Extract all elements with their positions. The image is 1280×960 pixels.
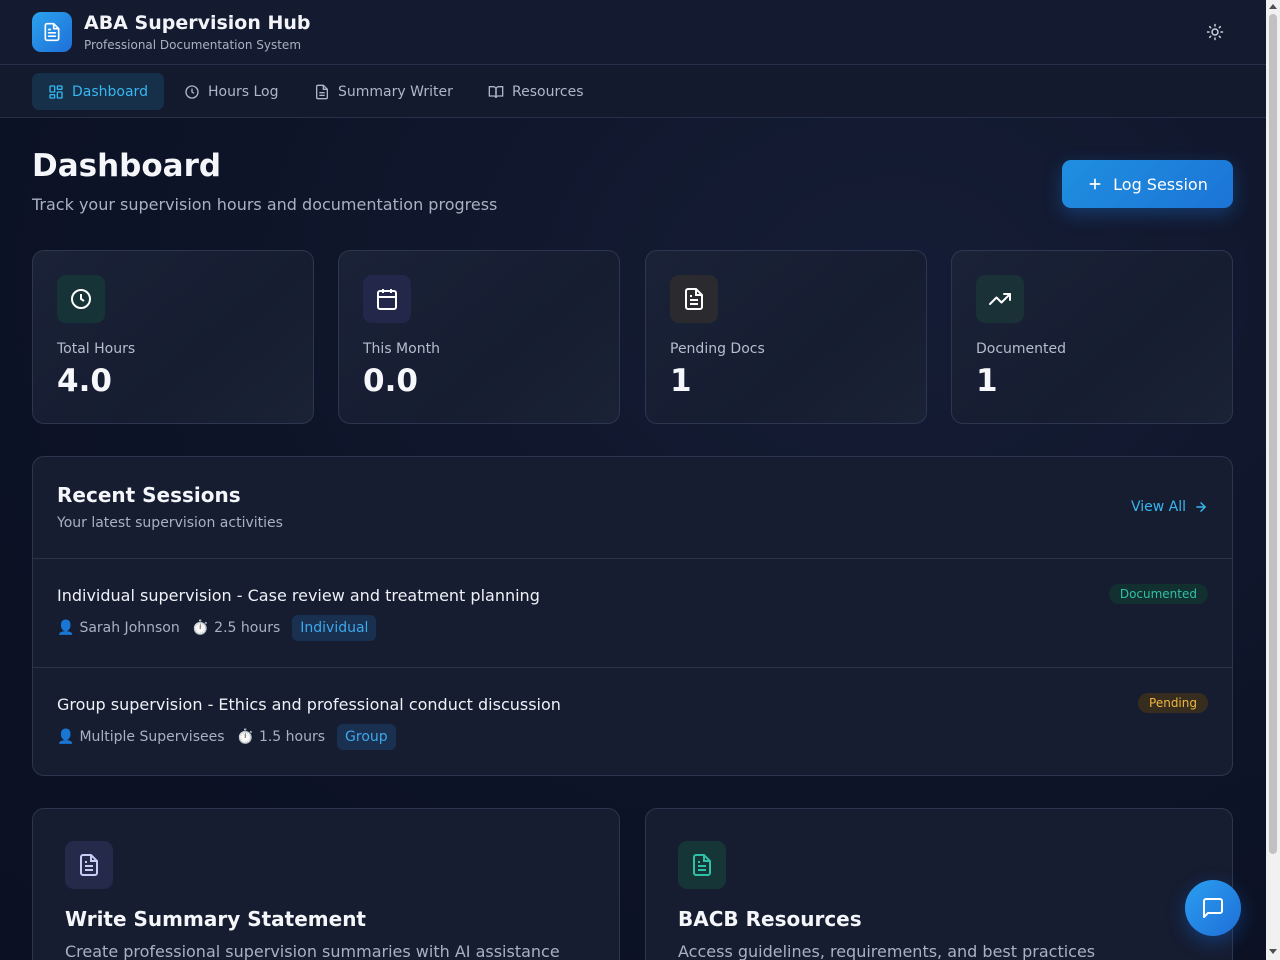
status-badge: Pending [1138,693,1208,713]
session-hours: ⏱️ 2.5 hours [192,620,281,636]
document-icon [693,854,711,876]
session-meta: 👤 Multiple Supervisees ⏱️ 1.5 hours Group [57,724,396,750]
card-description: Access guidelines, requirements, and bes… [678,942,1096,960]
person-name: Sarah Johnson [79,620,180,636]
scroll-thumb[interactable] [1269,14,1277,854]
card-title: Write Summary Statement [65,907,366,931]
recent-sessions-panel: Recent Sessions Your latest supervision … [32,456,1233,776]
person-name: Multiple Supervisees [79,729,225,745]
main-nav: Dashboard Hours Log Summary Writer Resou… [0,65,1266,118]
session-person: 👤 Multiple Supervisees [57,729,225,745]
session-hours: ⏱️ 1.5 hours [237,729,326,745]
stat-value: 4.0 [57,363,112,399]
theme-toggle-button[interactable] [1201,18,1229,46]
document-icon [316,84,328,99]
plus-icon [1089,178,1101,190]
clock-icon [185,84,199,99]
scroll-down-icon[interactable] [1269,949,1277,954]
stat-value: 1 [976,363,998,399]
session-title: Individual supervision - Case review and… [57,586,540,605]
stat-icon-box [670,275,718,323]
stat-this-month: This Month 0.0 [338,250,620,424]
status-badge: Documented [1108,584,1208,604]
card-title: BACB Resources [678,907,862,931]
arrow-right-icon [1196,502,1207,512]
recent-sessions-title: Recent Sessions [57,483,241,507]
write-summary-card[interactable]: Write Summary Statement Create professio… [32,808,620,960]
tab-resources[interactable]: Resources [472,73,600,110]
document-icon [80,854,98,876]
person-icon: 👤 [57,729,75,745]
card-description: Create professional supervision summarie… [65,942,560,960]
recent-sessions-subtitle: Your latest supervision activities [57,515,283,531]
stat-icon-box [57,275,105,323]
log-session-button[interactable]: Log Session [1062,160,1233,208]
session-row[interactable]: Individual supervision - Case review and… [33,558,1232,667]
message-icon [1203,898,1223,918]
stat-label: Total Hours [57,341,136,357]
person-icon: 👤 [57,620,75,636]
trending-up-icon [989,293,1011,305]
calendar-icon [377,289,397,310]
session-row[interactable]: Group supervision - Ethics and professio… [33,667,1232,775]
session-person: 👤 Sarah Johnson [57,620,180,636]
timer-icon: ⏱️ [191,620,210,636]
card-icon-box [678,841,726,889]
scrollbar[interactable] [1266,0,1280,960]
view-all-link[interactable]: View All [1131,499,1208,515]
session-title: Group supervision - Ethics and professio… [57,695,561,714]
scroll-up-icon[interactable] [1269,4,1277,9]
chat-button[interactable] [1185,880,1241,936]
stat-icon-box [976,275,1024,323]
stat-value: 1 [670,363,692,399]
app-title: ABA Supervision Hub [84,12,311,34]
session-meta: 👤 Sarah Johnson ⏱️ 2.5 hours Individual [57,615,377,641]
stat-icon-box [363,275,411,323]
session-type-chip: Individual [292,615,377,641]
stat-label: Pending Docs [670,341,765,357]
document-icon [44,22,60,42]
view-all-label: View All [1130,499,1186,515]
app-header: ABA Supervision Hub Professional Documen… [0,0,1266,65]
tab-summary-writer[interactable]: Summary Writer [298,73,469,110]
hours-value: 1.5 hours [258,729,326,745]
page-title: Dashboard [32,148,222,184]
page-subtitle: Track your supervision hours and documen… [32,195,498,214]
grid-icon [49,84,63,99]
tab-label: Dashboard [72,83,148,100]
timer-icon: ⏱️ [236,729,254,745]
stat-documented: Documented 1 [951,250,1233,424]
stat-total-hours: Total Hours 4.0 [32,250,314,424]
stat-label: This Month [363,341,440,357]
stat-value: 0.0 [363,363,418,399]
sun-icon [1206,23,1224,41]
tab-label: Hours Log [208,83,279,100]
tab-hours-log[interactable]: Hours Log [168,73,294,110]
bacb-resources-card[interactable]: BACB Resources Access guidelines, requir… [645,808,1233,960]
book-icon [488,85,504,98]
card-icon-box [65,841,113,889]
app-subtitle: Professional Documentation System [84,38,302,52]
log-session-label: Log Session [1113,174,1208,194]
clock-icon [71,289,91,309]
stat-pending-docs: Pending Docs 1 [645,250,927,424]
tab-label: Resources [512,83,584,100]
hours-value: 2.5 hours [214,620,281,636]
session-type-chip: Group [337,724,396,750]
tab-dashboard[interactable]: Dashboard [32,73,164,110]
document-icon [685,288,703,310]
stat-label: Documented [976,341,1067,357]
tab-label: Summary Writer [338,83,453,100]
app-logo [32,12,72,52]
